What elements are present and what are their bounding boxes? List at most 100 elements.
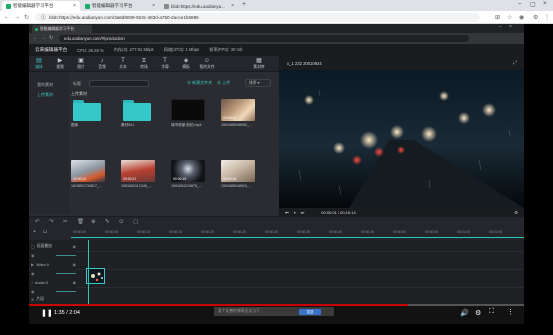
minimize-icon[interactable]: – — [518, 1, 521, 7]
settings-icon[interactable]: ⚙ — [533, 14, 538, 21]
profile-icon[interactable]: ◉ — [519, 14, 524, 21]
record-icon[interactable]: ⊙ — [119, 219, 124, 225]
url-field[interactable]: ⓘ blob:https://edu.aodianyun.com/3a6d800… — [35, 13, 480, 22]
volume-slider[interactable] — [56, 255, 76, 256]
media-item-folder[interactable]: 素材001 — [121, 99, 155, 128]
magnet-icon[interactable]: ⊔ — [43, 229, 47, 235]
inner-minimize-icon[interactable]: – — [499, 24, 502, 30]
track-audio[interactable]: ♪ Audio 0 ◉ — [29, 278, 76, 287]
tool-media[interactable]: ▤ 媒体 — [29, 58, 49, 72]
outer-tab-1[interactable]: 智能编辑器学习平台 × — [2, 1, 80, 11]
undo-icon[interactable]: ↶ — [35, 219, 40, 225]
media-item-video[interactable]: 城市夜景 航拍.mp4 — [171, 99, 205, 128]
track-clip[interactable]: ⊕ 片段 — [29, 295, 76, 304]
volume-slider[interactable] — [56, 291, 76, 292]
track-overlay[interactable]: ▢ 画面叠加 ◉ — [29, 242, 76, 251]
back-icon[interactable]: ← — [33, 35, 38, 41]
timeline-ruler[interactable]: + ⊔ 00:00:00 00:00:05 00:00:10 00:00:15 … — [29, 228, 524, 240]
more-icon[interactable]: ⋮ — [507, 308, 514, 316]
playhead[interactable] — [88, 240, 89, 304]
delete-icon[interactable]: 🗑 — [77, 219, 84, 225]
ruler-tick: 00:00:25 — [233, 230, 246, 234]
tool-template[interactable]: ◈ 模板 — [176, 58, 196, 72]
eye-icon[interactable]: ◉ — [73, 244, 77, 249]
sidebar-item-my-media[interactable]: 我的素材 — [37, 82, 53, 88]
media-item-video[interactable]: 00:00:21 1591654112346_... — [121, 160, 155, 188]
new-tab-button[interactable]: + — [242, 1, 246, 8]
video-thumbnail — [171, 99, 205, 121]
track-video[interactable]: ▶ Video 0 ◉ — [29, 260, 76, 269]
media-item-folder[interactable]: 图库 — [71, 99, 105, 128]
back-icon[interactable]: ← — [4, 14, 10, 20]
tool-text[interactable]: T 文本 — [113, 58, 133, 72]
volume-slider[interactable] — [56, 273, 76, 274]
reload-icon[interactable]: ↻ — [24, 14, 29, 21]
search-input[interactable] — [89, 80, 149, 87]
sort-select[interactable]: 排序 ▾ — [245, 79, 271, 87]
tool-video[interactable]: ▶ 视频 — [50, 58, 70, 72]
eye-icon[interactable]: ◉ — [73, 280, 77, 285]
outer-tab-strip: 智能编辑器学习平台 × 智能编辑器学习平台 × blob:https://edu… — [0, 0, 553, 11]
redo-icon[interactable]: ↷ — [49, 219, 54, 225]
outer-tab-3[interactable]: blob:https://edu.aodianyu... × — [160, 1, 238, 11]
pause-icon[interactable]: ⏸ — [294, 210, 296, 215]
inner-url-field[interactable]: edu.aodianyun.com/#/production — [59, 35, 469, 42]
fullscreen-icon[interactable]: ⛶ — [489, 308, 494, 316]
forward-icon[interactable]: → — [14, 14, 20, 20]
add-icon[interactable]: ⊕ — [91, 219, 96, 225]
translate-icon[interactable]: ⊞ — [495, 14, 500, 21]
close-icon[interactable]: × — [231, 3, 234, 9]
preview-title: x_1 232 20010924 — [287, 61, 322, 66]
close-icon[interactable]: × — [152, 3, 155, 9]
tool-audio[interactable]: ♪ 音频 — [92, 58, 112, 72]
track-lane — [76, 269, 524, 270]
inner-tab[interactable]: 智能编辑器学习平台 — [32, 25, 92, 33]
ruler-tick: 00:00:45 — [361, 230, 374, 234]
track-video-volume[interactable]: ◉ — [29, 269, 76, 278]
settings-icon[interactable]: ⚙ — [514, 210, 518, 215]
outer-tab-2[interactable]: 智能编辑器学习平台 × — [81, 1, 159, 11]
edit-icon[interactable]: ✎ — [105, 219, 110, 225]
track-overlay-volume[interactable]: ◉ — [29, 251, 76, 260]
media-item-video[interactable]: 00:00:10 1619801734817_... — [71, 160, 105, 188]
danmaku-send-button[interactable]: 发送 — [299, 309, 321, 315]
eye-icon[interactable]: ◉ — [73, 262, 77, 267]
track-label: 画面叠加 — [36, 244, 52, 248]
text-icon: T — [121, 58, 125, 64]
step-forward-icon[interactable]: ⏭ — [301, 210, 305, 215]
window-close-icon[interactable]: × — [543, 1, 547, 7]
preview-video[interactable] — [279, 70, 524, 208]
pause-icon[interactable]: ❚❚ — [41, 309, 53, 317]
video-thumbnail: 00:00:21 — [121, 160, 155, 182]
tool-subtitle[interactable]: T 字幕 — [155, 58, 175, 72]
volume-icon[interactable]: 🔊 — [460, 309, 469, 317]
expand-icon[interactable]: ⤢ — [513, 60, 517, 66]
tool-transition[interactable]: ⧖ 转场 — [134, 58, 154, 72]
tool-label: 素材库 — [253, 65, 265, 69]
bookmark-star-icon[interactable]: ☆ — [507, 14, 512, 21]
close-icon[interactable]: × — [73, 3, 76, 9]
zoom-in-icon[interactable]: + — [33, 229, 36, 235]
new-folder-button[interactable]: ⊕ 新建文件夹 — [187, 80, 212, 86]
sidebar-item-uploads[interactable]: 上传素材 — [37, 92, 53, 98]
step-back-icon[interactable]: ⏮ — [285, 210, 289, 215]
maximize-icon[interactable]: ▢ — [530, 1, 536, 8]
tool-material-library[interactable]: ▦ 素材库 — [249, 58, 269, 72]
upload-button[interactable]: ⊕ 上传 — [217, 80, 230, 86]
inner-close-icon[interactable]: × — [509, 24, 512, 30]
tool-my-files[interactable]: ☺ 我的文件 — [197, 58, 217, 72]
cut-icon[interactable]: ✂ — [63, 219, 68, 225]
media-label: 图库 — [71, 123, 79, 127]
tab-title: 智能编辑器学习平台 — [92, 3, 133, 8]
reload-icon[interactable]: ↻ — [49, 35, 53, 41]
video-player-controls: ❚❚ 1:35 / 2:04 发个友善的弹幕见证当下 发送 🔊 ⚙ ⛶ ⋮ — [29, 304, 524, 324]
settings-icon[interactable]: ⚙ — [475, 309, 481, 317]
media-item-video[interactable]: 00:00:16 1591685048924_... — [221, 160, 255, 188]
media-item-image[interactable]: 00:00:10 1591685048092_... — [221, 99, 255, 127]
playback-progress[interactable] — [29, 304, 524, 306]
media-item-video[interactable]: 00:00:15 1591654219876_... — [171, 160, 205, 188]
crop-icon[interactable]: ▢ — [133, 219, 138, 225]
tool-image[interactable]: ▣ 图片 — [71, 58, 91, 72]
menu-icon[interactable]: ⋮ — [544, 14, 550, 21]
forward-icon[interactable]: → — [41, 35, 46, 41]
